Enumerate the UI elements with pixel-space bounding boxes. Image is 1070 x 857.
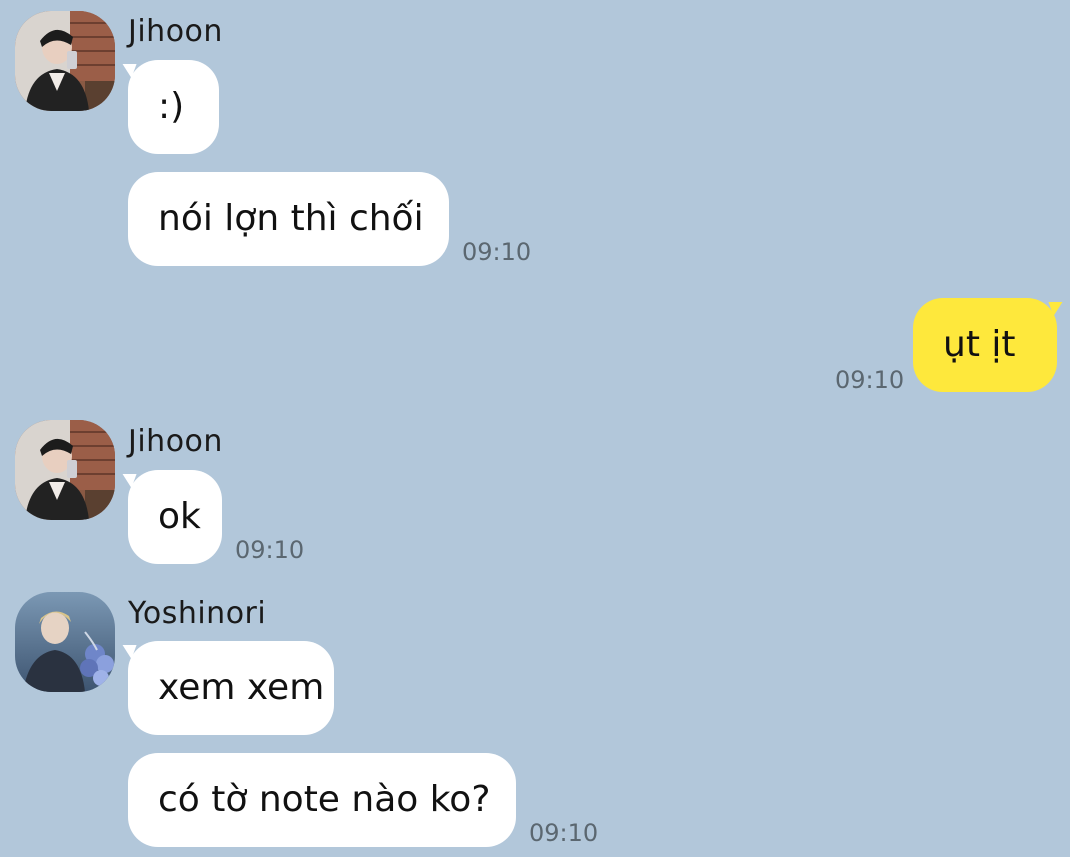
sender-name-yoshinori: Yoshinori <box>128 596 267 631</box>
outgoing-message-bubble[interactable]: ụt ịt <box>913 298 1068 392</box>
message-bubble[interactable]: xem xem <box>117 641 334 735</box>
message-bubble[interactable]: ok <box>117 470 222 564</box>
message-text: :) <box>158 86 185 127</box>
message-timestamp: 09:10 <box>462 238 532 266</box>
message-text: nói lợn thì chối <box>158 198 424 239</box>
jihoon-avatar[interactable] <box>15 11 115 111</box>
message-timestamp: 09:10 <box>835 366 905 394</box>
message-bubble[interactable]: :) <box>117 60 219 154</box>
message-bubble[interactable]: nói lợn thì chối <box>128 172 449 266</box>
bubble-tail <box>1048 302 1068 316</box>
bubble-tail <box>117 645 137 659</box>
message-text: ụt ịt <box>943 324 1016 365</box>
bubble-tail <box>117 64 137 78</box>
message-text: ok <box>158 496 201 537</box>
message-timestamp: 09:10 <box>529 819 599 847</box>
jihoon-avatar[interactable] <box>15 420 115 520</box>
yoshinori-avatar[interactable] <box>15 592 115 692</box>
sender-name-jihoon: Jihoon <box>128 14 223 49</box>
chat-thread: Jihoon :) nói lợn thì chối 09:10 ụt ịt 0… <box>0 0 1070 857</box>
bubble-tail <box>117 474 137 488</box>
sender-name-jihoon: Jihoon <box>128 424 223 459</box>
message-timestamp: 09:10 <box>235 536 305 564</box>
message-bubble[interactable]: có tờ note nào ko? <box>128 753 516 847</box>
message-text: xem xem <box>158 667 325 708</box>
message-text: có tờ note nào ko? <box>158 779 491 820</box>
